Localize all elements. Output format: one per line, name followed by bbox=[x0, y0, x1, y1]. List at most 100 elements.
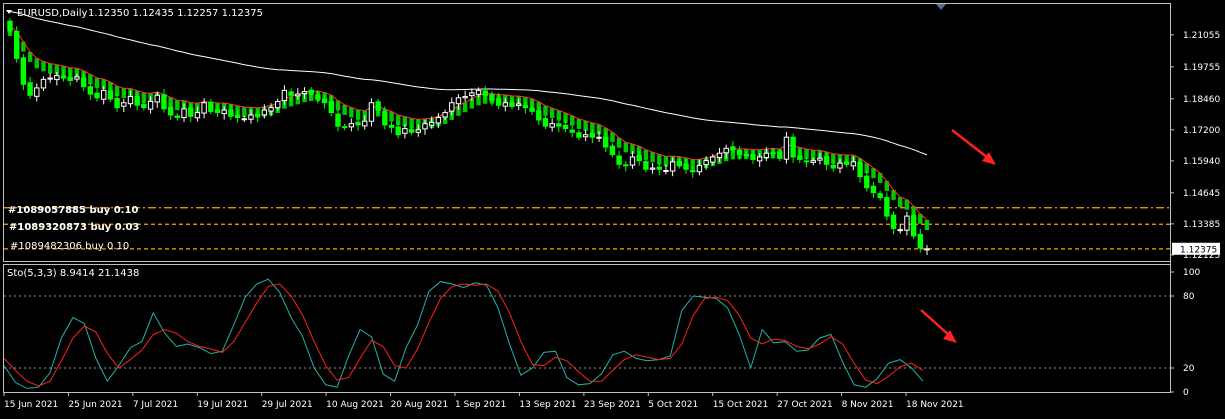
time-tick-label: 23 Sep 2021 bbox=[584, 400, 641, 410]
stoch-tick-label: 80 bbox=[1183, 292, 1195, 302]
candle[interactable] bbox=[368, 98, 375, 127]
time-tick-label: 8 Nov 2021 bbox=[842, 400, 894, 410]
candle[interactable] bbox=[34, 83, 40, 102]
ribbon-segment bbox=[47, 63, 53, 74]
ribbon-segment bbox=[41, 61, 46, 72]
price-tick-label: 1.19755 bbox=[1183, 63, 1220, 73]
stochastic-lines bbox=[3, 278, 1170, 389]
time-axis[interactable]: 15 Jun 2021 25 Jun 2021 7 Jul 2021 19 Jul 2… bbox=[3, 392, 964, 410]
candle[interactable] bbox=[924, 245, 930, 256]
ribbon-segment bbox=[543, 105, 548, 116]
ribbon-segment bbox=[242, 107, 247, 118]
candle[interactable] bbox=[335, 109, 341, 132]
time-tick-label: 10 Aug 2021 bbox=[326, 400, 384, 410]
chart-canvas[interactable]: 1.21055 1.19755 1.18460 1.17200 1.15940 1.146… bbox=[0, 0, 1225, 415]
candle[interactable] bbox=[341, 123, 348, 131]
time-tick-label: 25 Jun 2021 bbox=[68, 400, 122, 410]
candle[interactable] bbox=[890, 211, 897, 235]
price-panel-border bbox=[3, 3, 1171, 262]
candle[interactable] bbox=[87, 83, 94, 101]
time-tick-label: 27 Oct 2021 bbox=[777, 400, 833, 410]
candle[interactable] bbox=[114, 93, 120, 113]
candle[interactable] bbox=[864, 170, 870, 192]
order-label-3[interactable]: #1089482306 buy 0.10 bbox=[10, 241, 129, 252]
stoch-tick-label: 0 bbox=[1183, 388, 1189, 398]
time-tick-label: 13 Sep 2021 bbox=[519, 400, 576, 410]
stoch-tick-label: 20 bbox=[1183, 364, 1195, 374]
candle[interactable] bbox=[643, 158, 649, 173]
price-tick-label: 1.15940 bbox=[1183, 157, 1220, 167]
candle[interactable] bbox=[549, 118, 555, 132]
ribbon-band bbox=[7, 25, 930, 231]
candle[interactable] bbox=[790, 133, 796, 163]
candle[interactable] bbox=[121, 99, 127, 113]
time-tick-label: 5 Oct 2021 bbox=[648, 400, 698, 410]
trend-arrow-lower bbox=[920, 309, 957, 343]
candle[interactable] bbox=[174, 113, 181, 121]
candle[interactable] bbox=[910, 212, 917, 239]
price-tick-label: 1.17200 bbox=[1183, 126, 1220, 136]
candlestick-series[interactable] bbox=[7, 18, 930, 256]
time-tick-label: 29 Jul 2021 bbox=[262, 400, 313, 410]
indicator-label: Sto(5,3,3) 8.9414 21.1438 bbox=[7, 268, 139, 279]
candle[interactable] bbox=[877, 190, 883, 201]
candle[interactable] bbox=[27, 76, 33, 100]
candle[interactable] bbox=[904, 211, 910, 236]
candle[interactable] bbox=[388, 121, 395, 134]
ribbon-segment bbox=[88, 74, 93, 85]
price-tick-label: 1.21055 bbox=[1183, 31, 1220, 41]
candle[interactable] bbox=[47, 72, 53, 83]
ribbon-segment bbox=[556, 110, 562, 121]
candle[interactable] bbox=[576, 129, 582, 141]
ribbon-segment bbox=[175, 100, 180, 111]
ribbon-segment bbox=[355, 109, 361, 120]
symbol-label: EURUSD,Daily bbox=[17, 8, 88, 19]
candle[interactable] bbox=[623, 161, 629, 172]
candle[interactable] bbox=[20, 54, 27, 91]
candle[interactable] bbox=[609, 143, 616, 158]
ribbon-segment bbox=[94, 77, 100, 88]
candle[interactable] bbox=[857, 158, 863, 183]
candle[interactable] bbox=[616, 150, 622, 169]
candle[interactable] bbox=[462, 90, 468, 102]
candle[interactable] bbox=[556, 119, 562, 133]
candle[interactable] bbox=[94, 87, 100, 102]
candle[interactable] bbox=[884, 192, 890, 221]
price-axis[interactable]: 1.21055 1.19755 1.18460 1.17200 1.15940 1.146… bbox=[1170, 31, 1220, 398]
ribbon-segment bbox=[549, 108, 555, 119]
candle[interactable] bbox=[348, 118, 355, 132]
candle[interactable] bbox=[656, 163, 662, 176]
ribbon-segment bbox=[389, 111, 394, 122]
candle[interactable] bbox=[649, 162, 656, 174]
candle[interactable] bbox=[582, 129, 589, 142]
trend-arrow-upper bbox=[951, 129, 996, 165]
time-tick-label: 1 Sep 2021 bbox=[455, 400, 506, 410]
ribbon-segment bbox=[650, 152, 655, 163]
ribbon-segment bbox=[462, 102, 468, 113]
indicator-panel-border bbox=[3, 264, 1171, 393]
candle[interactable] bbox=[542, 115, 549, 130]
candle[interactable] bbox=[161, 88, 167, 113]
ribbon-segment bbox=[34, 58, 39, 69]
chart-window[interactable]: 1.21055 1.19755 1.18460 1.17200 1.15940 1.146… bbox=[0, 0, 1225, 415]
candle[interactable] bbox=[569, 125, 575, 138]
chart-shift-marker-icon[interactable] bbox=[936, 4, 946, 10]
ribbon-segment bbox=[121, 88, 126, 99]
ribbon-segment bbox=[898, 197, 903, 208]
candle[interactable] bbox=[13, 26, 20, 63]
ribbon-segment bbox=[342, 104, 347, 115]
candle[interactable] bbox=[783, 132, 790, 164]
candle[interactable] bbox=[355, 118, 361, 131]
candle[interactable] bbox=[40, 76, 47, 91]
time-tick-label: 18 Nov 2021 bbox=[906, 400, 964, 410]
ohlc-values: 1.12350 1.12435 1.12257 1.12375 bbox=[88, 8, 263, 19]
ribbon-segment bbox=[583, 120, 588, 131]
order-label-1[interactable]: #1089057885 buy 0.10 bbox=[8, 205, 138, 216]
candle[interactable] bbox=[897, 223, 903, 234]
stoch-signal-line bbox=[3, 283, 924, 387]
ribbon-segment bbox=[349, 107, 354, 118]
price-tick-label: 1.13385 bbox=[1183, 220, 1220, 230]
order-label-2[interactable]: #1089320873 buy 0.03 bbox=[9, 222, 139, 233]
candle[interactable] bbox=[870, 181, 877, 198]
moving-average-line bbox=[9, 11, 928, 156]
